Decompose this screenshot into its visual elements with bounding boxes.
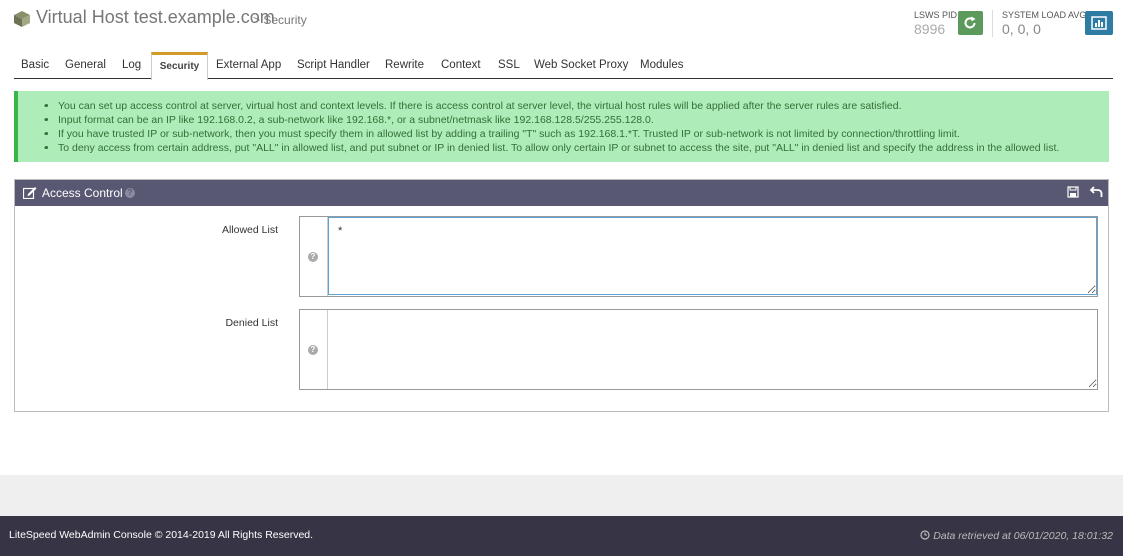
- footer: LiteSpeed WebAdmin Console © 2014-2019 A…: [0, 516, 1123, 556]
- tab-rewrite[interactable]: Rewrite: [385, 54, 424, 78]
- tab-web-socket-proxy[interactable]: Web Socket Proxy: [534, 54, 628, 78]
- allowed-list-label: Allowed List: [221, 224, 278, 236]
- allowed-list-field: ? *: [299, 216, 1098, 297]
- alert-item: To deny access from certain address, put…: [44, 141, 1059, 155]
- pid-label: LSWS PID: [914, 10, 958, 20]
- pid-value: 8996: [914, 21, 946, 37]
- denied-list-input[interactable]: [328, 310, 1097, 388]
- access-control-panel: Access Control ? Allowed List ? * Denied…: [14, 179, 1109, 412]
- help-icon[interactable]: ?: [308, 252, 318, 262]
- cube-icon: [14, 11, 30, 27]
- refresh-icon: [964, 16, 976, 29]
- page-title: Virtual Host test.example.com: [36, 7, 275, 27]
- alert-item: You can set up access control at server,…: [44, 99, 902, 113]
- panel-title: Access Control: [42, 186, 123, 200]
- alert-item: Input format can be an IP like 192.168.0…: [44, 113, 654, 127]
- page-header: Virtual Host test.example.com > Security…: [0, 0, 1123, 50]
- tab-external-app[interactable]: External App: [216, 54, 281, 78]
- help-icon[interactable]: ?: [125, 188, 135, 198]
- tab-modules[interactable]: Modules: [640, 54, 683, 78]
- denied-list-label: Denied List: [225, 317, 278, 329]
- edit-icon[interactable]: [23, 186, 37, 199]
- panel-header: Access Control ?: [15, 180, 1108, 206]
- help-icon[interactable]: ?: [308, 345, 318, 355]
- allowed-list-input[interactable]: *: [328, 217, 1097, 295]
- field-help-column: ?: [300, 310, 328, 389]
- stats-button[interactable]: [1085, 11, 1113, 35]
- clock-icon: [920, 530, 930, 540]
- breadcrumb: > Security: [253, 13, 307, 27]
- load-value: 0, 0, 0: [1002, 21, 1041, 37]
- load-label: SYSTEM LOAD AVG: [1002, 10, 1087, 20]
- copyright-text: LiteSpeed WebAdmin Console © 2014-2019 A…: [9, 529, 314, 541]
- header-divider: [992, 10, 993, 37]
- tab-script-handler[interactable]: Script Handler: [297, 54, 370, 78]
- info-alert: You can set up access control at server,…: [14, 91, 1109, 162]
- save-icon[interactable]: [1067, 186, 1079, 198]
- denied-list-field: ?: [299, 309, 1098, 390]
- tab-bar: Basic General Log Security External App …: [14, 52, 1113, 80]
- page-bottom-band: [0, 475, 1123, 516]
- tab-basic[interactable]: Basic: [21, 54, 49, 78]
- undo-icon[interactable]: [1090, 185, 1103, 198]
- tab-log[interactable]: Log: [122, 54, 141, 78]
- bar-chart-icon: [1091, 16, 1107, 30]
- restart-button[interactable]: [958, 11, 983, 35]
- alert-item: If you have trusted IP or sub-network, t…: [44, 127, 960, 141]
- tab-security[interactable]: Security: [151, 52, 208, 80]
- tab-general[interactable]: General: [65, 54, 106, 78]
- tab-ssl[interactable]: SSL: [498, 54, 520, 78]
- tab-context[interactable]: Context: [441, 54, 481, 78]
- data-retrieved: Data retrieved at 06/01/2020, 18:01:32: [920, 529, 1113, 542]
- field-help-column: ?: [300, 217, 328, 296]
- data-retrieved-text: Data retrieved at 06/01/2020, 18:01:32: [933, 530, 1113, 542]
